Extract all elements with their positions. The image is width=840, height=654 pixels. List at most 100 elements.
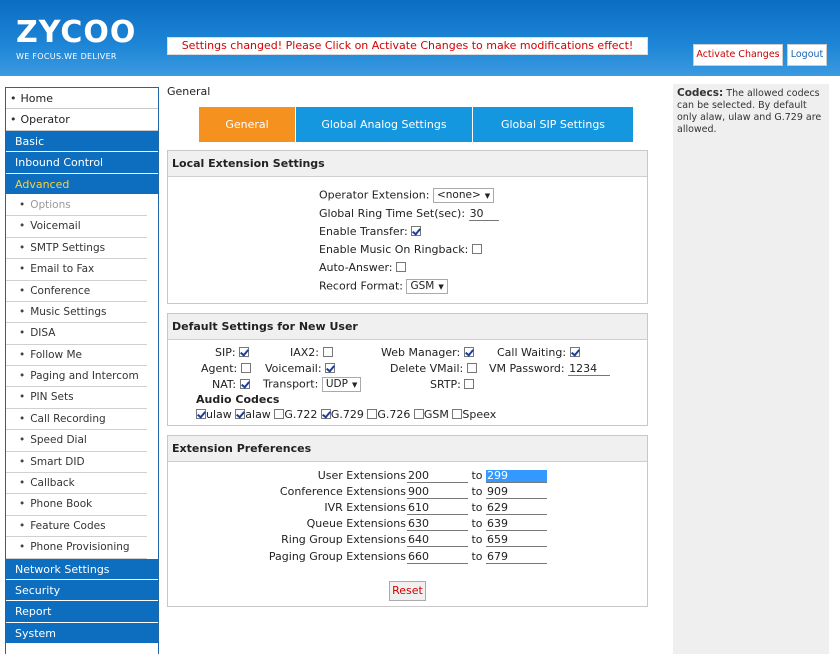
delete-vmail-checkbox[interactable]	[466, 363, 477, 373]
local-extension-panel: Local Extension Settings Operator Extens…	[167, 150, 648, 304]
extension-range-label: User Extensions	[317, 469, 406, 482]
agent-checkbox[interactable]	[240, 363, 251, 373]
sidebar-item-inbound-control[interactable]: Inbound Control	[6, 152, 158, 174]
enable-transfer-checkbox[interactable]	[411, 226, 422, 236]
codec-g729-checkbox[interactable]	[320, 409, 331, 419]
sidebar-item-security[interactable]: Security	[6, 579, 158, 602]
top-header: ZYCOO WE FOCUS.WE DELIVER Settings chang…	[0, 0, 840, 76]
codec-g729-label: G.729	[330, 408, 364, 421]
activate-changes-button[interactable]: Activate Changes	[693, 44, 783, 66]
sidebar-subitem-phone-book[interactable]: Phone Book	[6, 494, 147, 516]
default-settings-title: Default Settings for New User	[168, 314, 647, 340]
extension-range-label: Queue Extensions	[306, 517, 406, 530]
tab-global-sip-settings[interactable]: Global SIP Settings	[473, 107, 634, 142]
sidebar-subitem-paging-intercom[interactable]: Paging and Intercom	[6, 366, 147, 388]
extension-range-from-input[interactable]: 630	[407, 517, 468, 531]
sidebar-subitem-pin-sets[interactable]: PIN Sets	[6, 387, 147, 409]
help-title: Codecs:	[677, 87, 724, 99]
voicemail-checkbox[interactable]	[325, 363, 336, 373]
web-manager-checkbox[interactable]	[463, 347, 474, 357]
logout-button[interactable]: Logout	[787, 44, 827, 66]
sidebar-item-operator[interactable]: Operator	[6, 109, 158, 131]
sip-label: SIP:	[215, 346, 236, 359]
codec-alaw-checkbox[interactable]	[235, 409, 246, 419]
extension-range-to-input[interactable]: 909	[486, 485, 547, 499]
extension-range-label: Conference Extensions	[279, 485, 406, 498]
codec-g726-checkbox[interactable]	[367, 409, 378, 419]
extension-range-from-input[interactable]: 610	[407, 501, 468, 515]
codec-gsm-label: GSM	[423, 408, 449, 421]
srtp-checkbox[interactable]	[464, 379, 475, 389]
codec-speex-label: Speex	[462, 408, 497, 421]
sidebar-item-network-settings[interactable]: Network Settings	[6, 558, 158, 580]
codec-speex-checkbox[interactable]	[452, 409, 463, 419]
music-ringback-label: Enable Music On Ringback:	[319, 243, 469, 256]
sidebar-subitem-smart-did[interactable]: Smart DID	[6, 452, 147, 474]
sidebar-item-basic[interactable]: Basic	[6, 130, 158, 153]
sidebar-subitem-voicemail[interactable]: Voicemail	[6, 216, 147, 238]
record-format-value: GSM	[410, 280, 435, 292]
operator-extension-select[interactable]: <none> ▼	[432, 188, 495, 203]
iax2-label: IAX2:	[290, 346, 320, 359]
record-format-select[interactable]: GSM ▼	[406, 279, 448, 294]
sidebar-item-advanced[interactable]: Advanced	[6, 173, 158, 195]
extension-range-to-label: to	[471, 469, 483, 482]
sidebar-subitem-conference[interactable]: Conference	[6, 281, 147, 302]
extension-range-to-input[interactable]: 299	[486, 469, 547, 483]
call-waiting-checkbox[interactable]	[569, 347, 580, 357]
sidebar-item-home[interactable]: Home	[6, 88, 158, 110]
help-panel: Codecs: The allowed codecs can be select…	[673, 84, 829, 654]
default-settings-panel: Default Settings for New User SIP: IAX2:…	[167, 313, 648, 426]
extension-range-from-input[interactable]: 900	[407, 485, 468, 499]
sidebar-nav: Home Operator Basic Inbound Control Adva…	[5, 87, 159, 654]
sidebar-subitem-speed-dial[interactable]: Speed Dial	[6, 430, 147, 452]
reset-button[interactable]: Reset	[389, 581, 426, 601]
sidebar-subitem-follow-me[interactable]: Follow Me	[6, 345, 147, 367]
sip-checkbox[interactable]	[239, 347, 250, 357]
record-format-label: Record Format:	[319, 279, 403, 293]
extension-range-row: Queue Extensions 630 to 639	[230, 517, 550, 531]
extension-range-row: Paging Group Extensions 660 to 679	[230, 550, 550, 564]
extension-range-row: IVR Extensions 610 to 629	[230, 501, 550, 515]
codec-g726-label: G.726	[377, 408, 411, 421]
extension-range-to-input[interactable]: 629	[486, 501, 547, 515]
codec-ulaw-checkbox[interactable]	[196, 409, 206, 419]
ring-time-input[interactable]: 30	[468, 207, 499, 221]
transport-select[interactable]: UDP ▼	[321, 377, 362, 392]
extension-range-to-input[interactable]: 679	[486, 550, 547, 564]
codec-g722-checkbox[interactable]	[274, 409, 285, 419]
extension-range-label: IVR Extensions	[324, 501, 406, 514]
extension-range-from-input[interactable]: 640	[407, 533, 468, 547]
nat-checkbox[interactable]	[239, 379, 250, 389]
operator-extension-value: <none>	[436, 189, 481, 201]
nat-label: NAT:	[212, 378, 237, 391]
extension-range-from-input[interactable]: 660	[407, 550, 468, 564]
sidebar-subitem-smtp-settings[interactable]: SMTP Settings	[6, 238, 147, 260]
sidebar-subitem-options[interactable]: Options	[6, 195, 147, 217]
operator-extension-label: Operator Extension:	[319, 188, 430, 202]
extension-range-from-input[interactable]: 200	[407, 469, 468, 483]
extension-range-row: Conference Extensions 900 to 909	[230, 485, 550, 499]
auto-answer-checkbox[interactable]	[396, 262, 406, 272]
ring-time-label: Global Ring Time Set(sec):	[319, 207, 466, 220]
iax2-checkbox[interactable]	[322, 347, 333, 357]
tab-general[interactable]: General	[199, 107, 296, 142]
vm-password-input[interactable]: 1234	[568, 362, 611, 376]
codec-gsm-checkbox[interactable]	[413, 409, 424, 419]
music-ringback-checkbox[interactable]	[471, 244, 482, 254]
tab-global-analog-settings[interactable]: Global Analog Settings	[296, 107, 473, 142]
extension-range-to-input[interactable]: 659	[486, 533, 547, 547]
sidebar-subitem-disa[interactable]: DISA	[6, 323, 147, 345]
sidebar-subitem-music-settings[interactable]: Music Settings	[6, 302, 147, 324]
sidebar-subitem-email-to-fax[interactable]: Email to Fax	[6, 259, 147, 281]
codec-ulaw-label: ulaw	[206, 408, 232, 421]
dropdown-arrow-icon: ▼	[484, 192, 491, 200]
extension-range-to-input[interactable]: 639	[486, 517, 547, 531]
dropdown-arrow-icon: ▼	[351, 381, 358, 389]
sidebar-item-report[interactable]: Report	[6, 601, 158, 623]
sidebar-subitem-phone-provisioning[interactable]: Phone Provisioning	[6, 537, 147, 559]
sidebar-subitem-callback[interactable]: Callback	[6, 473, 147, 495]
sidebar-subitem-call-recording[interactable]: Call Recording	[6, 409, 147, 431]
sidebar-item-system[interactable]: System	[6, 622, 158, 645]
sidebar-subitem-feature-codes[interactable]: Feature Codes	[6, 516, 147, 538]
